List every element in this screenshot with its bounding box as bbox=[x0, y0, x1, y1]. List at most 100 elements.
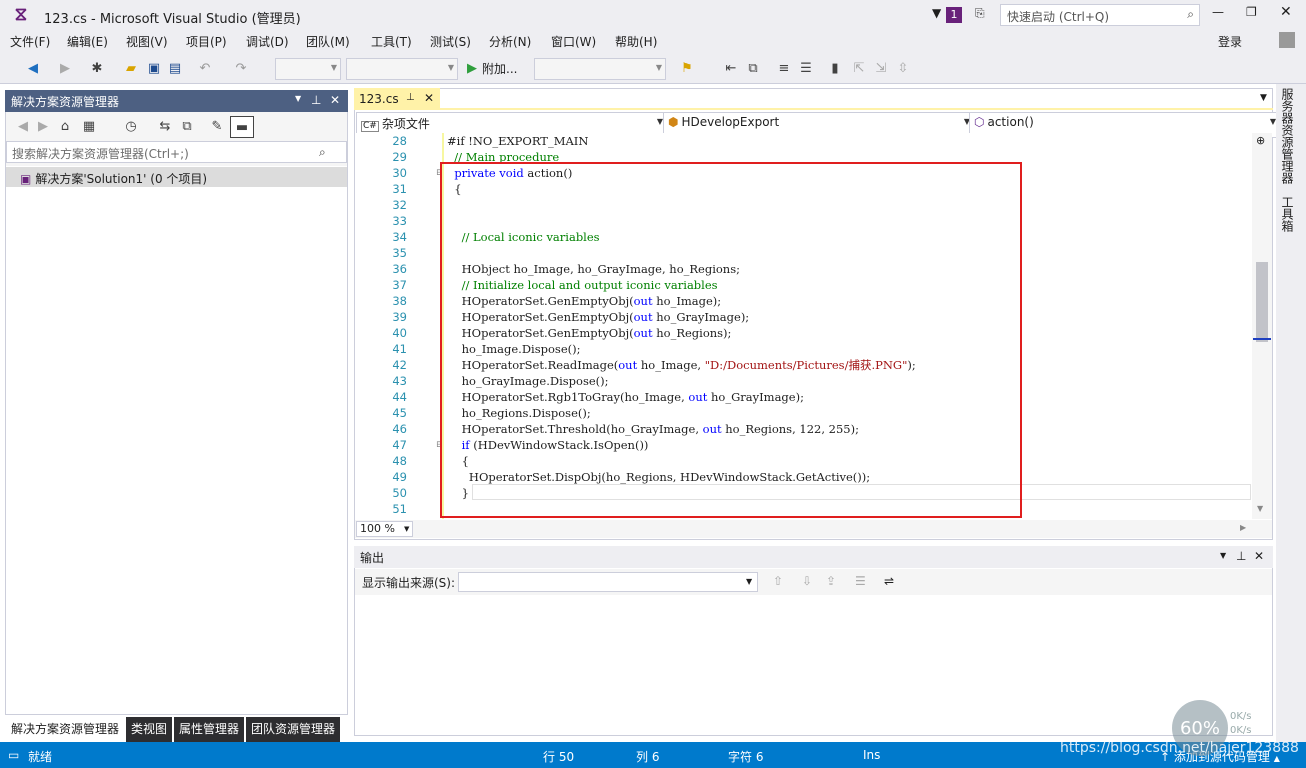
comment-out-icon[interactable]: ≡ bbox=[775, 59, 793, 77]
maximize-icon[interactable]: ❐ bbox=[1246, 6, 1257, 18]
menu-tools[interactable]: 工具(T) bbox=[371, 33, 412, 50]
pin-tab-icon[interactable]: ⊥ bbox=[406, 93, 415, 103]
platform-combo[interactable]: ▼ bbox=[346, 58, 458, 80]
menu-debug[interactable]: 调试(D) bbox=[246, 33, 289, 50]
compare-icon[interactable]: ⧉ bbox=[744, 59, 762, 77]
save-all-icon[interactable]: ▤ bbox=[166, 59, 184, 77]
panel-menu-icon[interactable]: ▼ bbox=[295, 95, 301, 103]
debug-target-combo[interactable]: ▼ bbox=[534, 58, 666, 80]
quick-launch-input[interactable]: 快速启动 (Ctrl+Q) ⌕ bbox=[1000, 4, 1200, 26]
home-icon[interactable]: ⌂ bbox=[56, 117, 74, 135]
menu-project[interactable]: 项目(P) bbox=[186, 33, 227, 50]
prev-bookmark-icon[interactable]: ⇱ bbox=[850, 59, 868, 77]
find-in-files-icon[interactable]: ⚑ bbox=[678, 59, 696, 77]
back-icon[interactable]: ◀ bbox=[24, 59, 42, 77]
line-number: 40 bbox=[392, 326, 407, 340]
sync-icon[interactable]: ⇆ bbox=[156, 117, 174, 135]
attach-button[interactable]: 附加... bbox=[482, 60, 517, 77]
find-message-icon[interactable]: ⇪ bbox=[826, 575, 836, 587]
bookmark-icon[interactable]: ▮ bbox=[826, 59, 844, 77]
tab-solution-explorer[interactable]: 解决方案资源管理器 bbox=[6, 717, 125, 745]
line-number: 51 bbox=[392, 502, 407, 516]
menu-edit[interactable]: 编辑(E) bbox=[67, 33, 108, 50]
goto-next-message-icon[interactable]: ⇩ bbox=[802, 575, 812, 587]
menu-team[interactable]: 团队(M) bbox=[306, 33, 350, 50]
user-avatar-icon[interactable] bbox=[1279, 32, 1295, 48]
navigate-icon[interactable]: ⇤ bbox=[722, 59, 740, 77]
visual-studio-logo-icon: ⧖ bbox=[14, 4, 28, 25]
clear-all-icon[interactable]: ☰ bbox=[855, 575, 866, 587]
scroll-right-icon[interactable]: ▶ bbox=[1240, 524, 1246, 532]
properties-icon[interactable]: ✎ bbox=[208, 117, 226, 135]
new-project-icon[interactable]: ✱ bbox=[88, 59, 106, 77]
solution-tree bbox=[6, 166, 347, 714]
menu-file[interactable]: 文件(F) bbox=[10, 33, 50, 50]
document-tab[interactable]: 123.cs ⊥ ✕ bbox=[354, 88, 440, 110]
forward-icon[interactable]: ▶ bbox=[34, 117, 52, 135]
goto-prev-message-icon[interactable]: ⇧ bbox=[773, 575, 783, 587]
split-editor-icon[interactable]: ⊕ bbox=[1256, 135, 1265, 146]
zoom-level-combo[interactable]: 100 % ▼ bbox=[356, 521, 413, 537]
menu-analyze[interactable]: 分析(N) bbox=[489, 33, 531, 50]
code-line[interactable]: 28 #if !NO_EXPORT_MAIN bbox=[355, 133, 1252, 149]
menu-help[interactable]: 帮助(H) bbox=[615, 33, 657, 50]
collapse-all-icon[interactable]: ⧉ bbox=[178, 117, 196, 135]
tab-property-manager[interactable]: 属性管理器 bbox=[174, 717, 245, 745]
tab-toolbox[interactable]: 工具箱 bbox=[1279, 196, 1296, 232]
clear-bookmarks-icon[interactable]: ⇳ bbox=[894, 59, 912, 77]
close-panel-icon[interactable]: ✕ bbox=[1254, 550, 1264, 562]
document-tab-label: 123.cs bbox=[359, 92, 399, 106]
pin-icon[interactable]: ⊥ bbox=[311, 94, 321, 106]
forward-icon[interactable]: ▶ bbox=[56, 59, 74, 77]
line-number: 49 bbox=[392, 470, 407, 484]
close-icon[interactable]: ✕ bbox=[1280, 5, 1292, 19]
undo-icon[interactable]: ↶ bbox=[196, 59, 214, 77]
switch-views-icon[interactable]: ▦ bbox=[80, 117, 98, 135]
tab-server-explorer[interactable]: 服务器资源管理器 bbox=[1279, 88, 1296, 184]
scroll-down-icon[interactable]: ▼ bbox=[1257, 505, 1263, 513]
open-file-icon[interactable]: ▰ bbox=[122, 59, 140, 77]
output-source-label: 显示输出来源(S): bbox=[362, 576, 456, 590]
minimize-icon[interactable]: — bbox=[1212, 6, 1224, 18]
menu-test[interactable]: 测试(S) bbox=[430, 33, 471, 50]
solution-search-input[interactable]: 搜索解决方案资源管理器(Ctrl+;) ⌕ bbox=[6, 141, 347, 163]
download-speed: 0K/s bbox=[1230, 725, 1252, 736]
next-bookmark-icon[interactable]: ⇲ bbox=[872, 59, 890, 77]
search-icon: ⌕ bbox=[1187, 7, 1194, 21]
member-nav-value: action() bbox=[987, 115, 1034, 129]
panel-menu-icon[interactable]: ▼ bbox=[1220, 552, 1226, 560]
caret-position-marker bbox=[1253, 338, 1271, 340]
tab-team-explorer[interactable]: 团队资源管理器 bbox=[246, 717, 341, 745]
feedback-icon[interactable]: ⎘ bbox=[975, 7, 985, 19]
editor-scroll-thumb[interactable] bbox=[1256, 262, 1268, 342]
tab-class-view[interactable]: 类视图 bbox=[126, 717, 173, 745]
solution-root-node[interactable]: ▣ 解决方案'Solution1' (0 个项目) bbox=[6, 167, 347, 187]
notification-badge[interactable]: 1 bbox=[946, 7, 962, 23]
back-icon[interactable]: ◀ bbox=[14, 117, 32, 135]
pin-icon[interactable]: ⊥ bbox=[1236, 550, 1246, 562]
pending-changes-icon[interactable]: ◷ bbox=[122, 117, 140, 135]
start-icon[interactable]: ▶ bbox=[463, 59, 481, 77]
redo-icon[interactable]: ↷ bbox=[232, 59, 250, 77]
line-number: 30 bbox=[392, 166, 407, 180]
tab-list-icon[interactable]: ▼ bbox=[1260, 94, 1267, 103]
uncomment-icon[interactable]: ☰ bbox=[797, 59, 815, 77]
toggle-word-wrap-icon[interactable]: ⇌ bbox=[884, 575, 894, 587]
close-panel-icon[interactable]: ✕ bbox=[330, 94, 340, 106]
line-number: 45 bbox=[392, 406, 407, 420]
config-combo[interactable]: ▼ bbox=[275, 58, 341, 80]
status-char: 字符 6 bbox=[728, 750, 764, 764]
menu-view[interactable]: 视图(V) bbox=[126, 33, 168, 50]
editor-horizontal-scrollbar[interactable]: ▶ bbox=[355, 520, 1272, 538]
close-tab-icon[interactable]: ✕ bbox=[424, 92, 434, 104]
output-source-combo[interactable]: ▼ bbox=[458, 572, 758, 592]
filter-icon[interactable]: ▼ bbox=[932, 7, 941, 19]
menu-window[interactable]: 窗口(W) bbox=[551, 33, 596, 50]
save-icon[interactable]: ▣ bbox=[145, 59, 163, 77]
line-number: 47 bbox=[392, 438, 407, 452]
search-icon: ⌕ bbox=[319, 145, 326, 159]
preview-icon[interactable]: ▬ bbox=[230, 116, 254, 138]
sign-in-link[interactable]: 登录 bbox=[1218, 33, 1242, 50]
line-number: 38 bbox=[392, 294, 407, 308]
code-token: #if !NO_EXPORT_MAIN bbox=[447, 134, 589, 148]
